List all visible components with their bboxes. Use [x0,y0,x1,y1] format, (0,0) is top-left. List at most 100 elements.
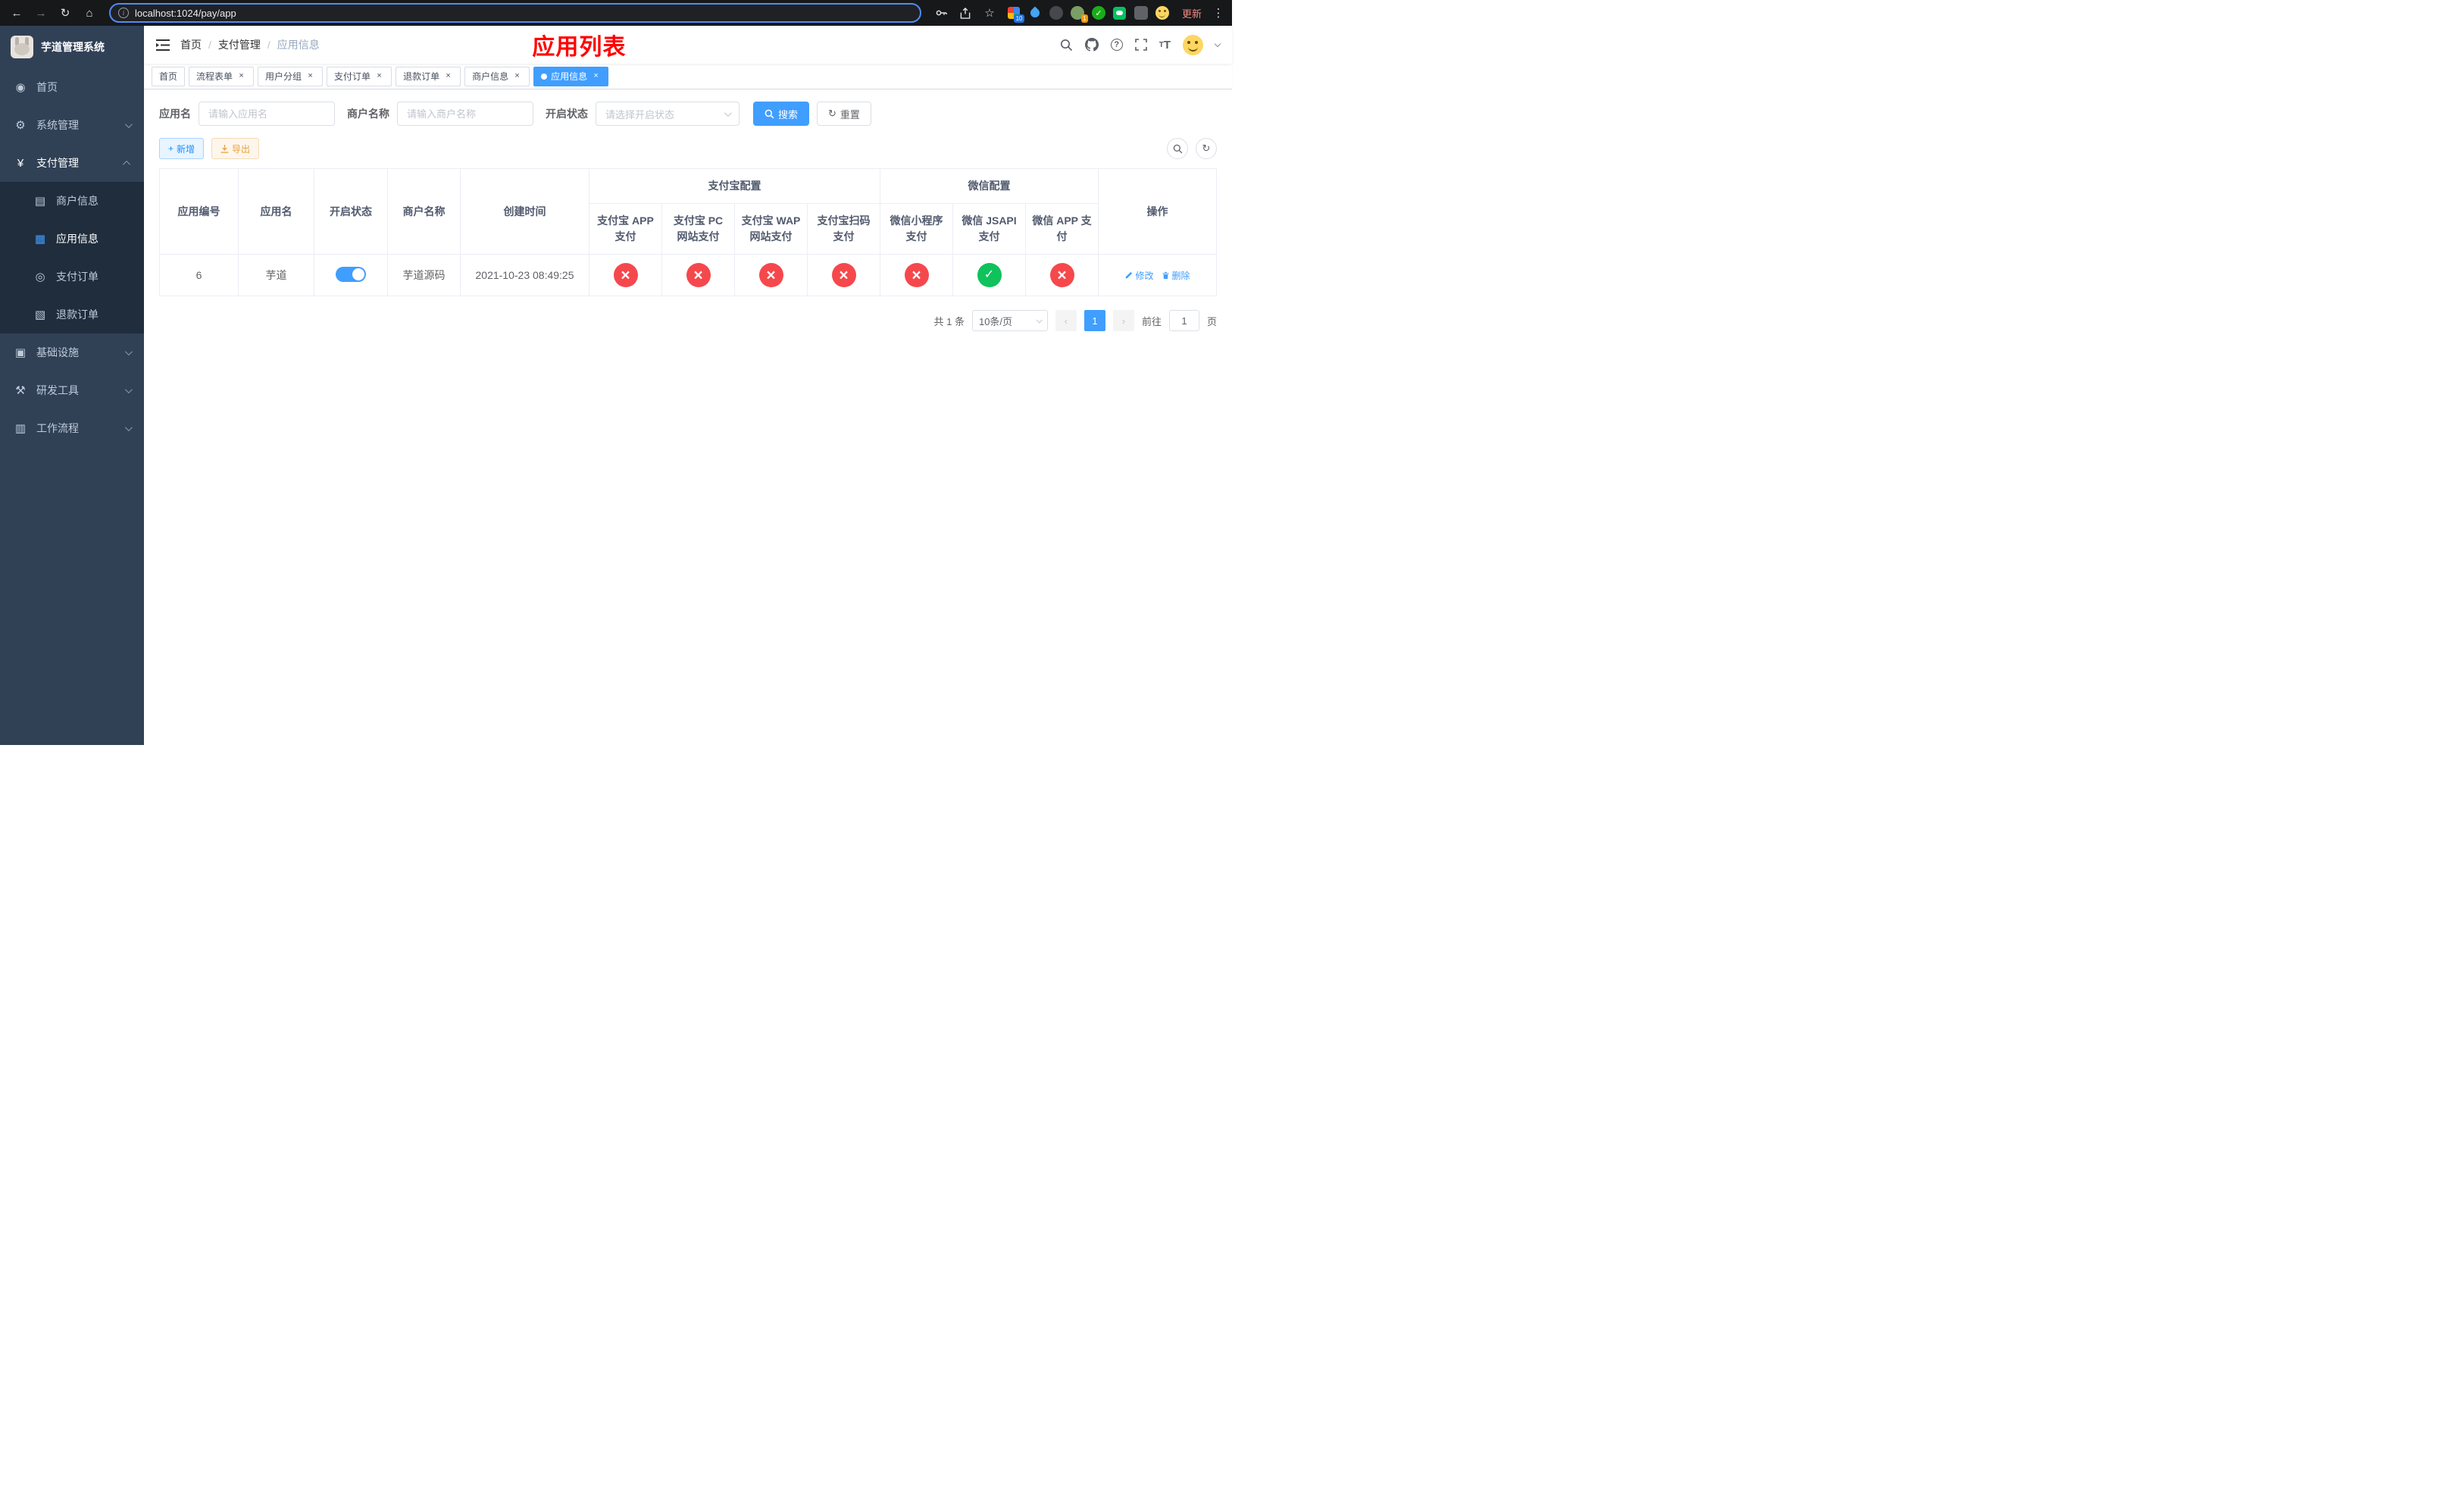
merchant-name-input[interactable] [397,102,533,126]
extension-badge: 10 [1014,14,1024,23]
browser-forward-icon[interactable]: → [30,2,52,23]
tab-close-icon[interactable] [443,71,453,81]
tab-label: 退款订单 [403,71,440,82]
status-select[interactable]: 请选择开启状态 [596,102,740,126]
gear-icon: ⚙ [15,119,26,132]
browser-back-icon[interactable]: ← [6,2,27,23]
chevron-down-icon [124,347,133,355]
extension-emoji-icon[interactable] [1155,5,1170,20]
sidebar-item-payment[interactable]: ¥ 支付管理 [0,144,144,182]
tab-user-group[interactable]: 用户分组 [258,66,324,86]
extension-drop-icon[interactable] [1027,5,1043,20]
status-toggle[interactable] [336,266,366,282]
sidebar-item-label: 支付管理 [36,157,79,169]
edit-button[interactable]: 修改 [1124,269,1154,282]
next-page-button[interactable]: › [1112,310,1134,331]
tab-close-icon[interactable] [591,71,601,81]
tab-close-icon[interactable] [374,71,384,81]
col-created: 创建时间 [460,168,589,255]
tab-home[interactable]: 首页 [152,66,186,86]
delete-button[interactable]: 删除 [1162,269,1190,282]
app-name-label: 应用名 [159,108,191,120]
sidebar-item-refund-order[interactable]: ▧ 退款订单 [0,296,144,333]
sidebar-item-merchant-info[interactable]: ▤ 商户信息 [0,182,144,220]
tab-refund-order[interactable]: 退款订单 [396,66,461,86]
add-button[interactable]: + 新增 [159,138,205,159]
toggle-search-icon[interactable] [1167,138,1188,159]
col-status: 开启状态 [314,168,388,255]
extension-puzzle-icon[interactable] [1134,5,1149,20]
tab-process-form[interactable]: 流程表单 [189,66,255,86]
collapse-sidebar-icon[interactable] [156,39,170,51]
browser-home-icon[interactable]: ⌂ [79,2,100,23]
export-button[interactable]: 导出 [211,138,260,159]
infra-icon: ▣ [14,346,27,359]
col-merchant: 商户名称 [387,168,461,255]
sidebar-item-label: 系统管理 [36,119,79,131]
prev-page-button[interactable]: ‹ [1055,310,1077,331]
plus-icon: + [168,143,174,154]
sidebar-item-home[interactable]: ◉ 首页 [0,68,144,106]
share-icon[interactable] [955,2,976,23]
search-button[interactable]: 搜索 [753,102,810,126]
tab-pay-order[interactable]: 支付订单 [327,66,392,86]
extension-dark-icon[interactable] [1049,5,1064,20]
browser-update-button[interactable]: 更新 [1176,4,1208,23]
add-button-label: 新增 [177,143,195,155]
fullscreen-icon[interactable] [1134,39,1147,51]
sidebar-item-infrastructure[interactable]: ▣ 基础设施 [0,333,144,371]
breadcrumb-home[interactable]: 首页 [180,37,202,52]
tab-close-icon[interactable] [305,71,315,81]
password-key-icon[interactable] [930,2,952,23]
tab-close-icon[interactable] [236,71,246,81]
app-name-input[interactable] [199,102,335,126]
refresh-table-icon[interactable]: ↻ [1196,138,1217,159]
extension-chat-icon[interactable] [1112,5,1127,20]
sidebar-item-label: 首页 [36,81,58,93]
browser-menu-icon[interactable]: ⋮ [1211,6,1226,20]
navbar-actions: ? TT [1060,34,1221,55]
search-icon[interactable] [1060,39,1073,52]
address-bar[interactable]: i localhost:1024/pay/app [109,3,921,23]
sidebar-item-devtools[interactable]: ⚒ 研发工具 [0,371,144,409]
config-status-icon [686,263,711,287]
page-number-button[interactable]: 1 [1083,310,1105,331]
refresh-icon: ↻ [828,108,836,119]
sidebar-item-system[interactable]: ⚙ 系统管理 [0,106,144,144]
browser-refresh-icon[interactable]: ↻ [55,2,76,23]
extension-grid-icon[interactable]: 10 [1006,5,1024,23]
bookmark-star-icon[interactable]: ☆ [979,2,1000,23]
page-content: 应用名 商户名称 开启状态 请选择开启状态 搜索 ↻ 重置 [144,89,1232,745]
extension-avatar-icon[interactable]: 1 [1070,5,1088,23]
font-size-icon[interactable]: TT [1159,39,1171,52]
pay-order-icon: ◎ [35,271,45,283]
app-grid-icon: ▦ [34,233,46,246]
tab-label: 支付订单 [334,71,371,82]
help-icon[interactable]: ? [1110,39,1123,51]
sidebar-item-label: 基础设施 [36,346,79,358]
avatar-caret-icon[interactable] [1214,40,1221,47]
sidebar-item-app-info[interactable]: ▦ 应用信息 [0,220,144,258]
tab-merchant-info[interactable]: 商户信息 [464,66,530,86]
app-title: 芋道管理系统 [41,41,105,53]
config-status-icon [758,263,783,287]
github-icon[interactable] [1084,38,1099,52]
goto-page-input[interactable] [1168,310,1199,331]
site-info-icon[interactable]: i [118,8,129,18]
sidebar-item-pay-order[interactable]: ◎ 支付订单 [0,258,144,296]
tab-close-icon[interactable] [512,71,522,81]
page-size-select[interactable]: 10条/页 [971,310,1048,331]
dashboard-icon: ◉ [15,81,26,94]
tab-app-info[interactable]: 应用信息 [533,66,609,86]
sidebar-logo[interactable]: 芋道管理系统 [0,26,144,68]
config-status-icon [904,263,929,287]
breadcrumb-payment[interactable]: 支付管理 [218,37,261,52]
app-table: 应用编号 应用名 开启状态 商户名称 创建时间 支付宝配置 微信配置 操作 支付… [159,168,1217,296]
pagination-total: 共 1 条 [933,315,965,327]
sidebar-item-workflow[interactable]: ▥ 工作流程 [0,409,144,447]
breadcrumb: 首页 / 支付管理 / 应用信息 [180,37,320,52]
reset-button[interactable]: ↻ 重置 [817,102,871,126]
breadcrumb-current: 应用信息 [277,39,320,51]
extension-check-icon[interactable]: ✓ [1091,5,1106,20]
user-avatar[interactable] [1183,34,1203,55]
